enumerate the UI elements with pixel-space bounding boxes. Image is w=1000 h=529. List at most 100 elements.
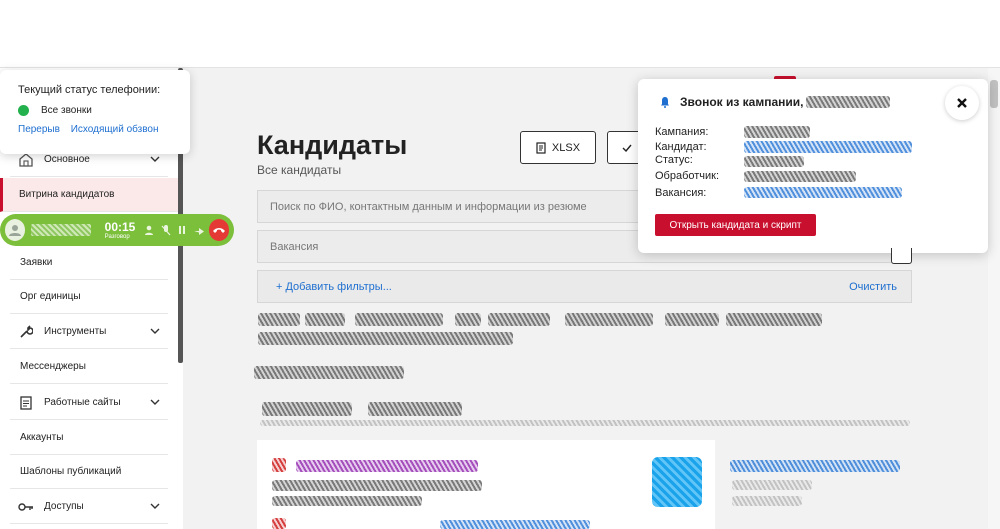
redacted-chip: [455, 313, 481, 326]
redacted-meta: [732, 480, 812, 490]
sidebar-item-messengers[interactable]: Мессенджеры: [10, 350, 168, 384]
export-xlsx-button[interactable]: XLSX: [520, 131, 596, 164]
sidebar-item-label: Мессенджеры: [20, 361, 86, 372]
redacted-chip: [565, 313, 653, 326]
telephony-links: Перерыв Исходящий обзвон: [18, 124, 172, 135]
redacted-status-value: [744, 156, 804, 167]
sidebar-item-label: Шаблоны публикаций: [20, 466, 122, 477]
redacted-candidate-details: [272, 496, 422, 506]
candidate-source-logo: [652, 457, 702, 507]
redacted-chip: [726, 313, 822, 326]
redacted-link: [440, 520, 590, 529]
vacancy-placeholder: Вакансия: [270, 240, 319, 253]
mute-microphone-icon[interactable]: [158, 222, 173, 238]
redacted-chip: [305, 313, 345, 326]
redacted-candidate-details: [272, 480, 482, 491]
notification-header: Звонок из кампании,: [660, 95, 803, 109]
redacted-icon: [272, 458, 286, 472]
redacted-tab: [262, 402, 352, 416]
sidebar-item-label: Инструменты: [44, 326, 107, 337]
field-vacancy-label: Вакансия:: [655, 187, 707, 199]
caller-avatar-icon: [5, 219, 26, 241]
redacted-candidate-link[interactable]: [744, 141, 912, 153]
outbound-call-link[interactable]: Исходящий обзвон: [71, 124, 159, 135]
telephony-status-card: Текущий статус телефонии: Все звонки Пер…: [0, 70, 190, 154]
redacted-heading: [254, 366, 404, 379]
chevron-down-icon: [150, 397, 164, 408]
sidebar-item-label: Аккаунты: [20, 432, 64, 443]
sidebar-item-label: Заявки: [20, 257, 53, 268]
chevron-down-icon: [150, 326, 164, 337]
redacted-tab: [368, 402, 462, 416]
hold-icon[interactable]: [175, 222, 190, 238]
sidebar-item-org-units[interactable]: Орг единицы: [10, 280, 168, 314]
sidebar-item-label: Работные сайты: [44, 397, 121, 408]
sidebar-item-label: Витрина кандидатов: [19, 189, 115, 200]
sidebar-item-accounts[interactable]: Аккаунты: [10, 421, 168, 455]
telephony-status-title: Текущий статус телефонии:: [18, 84, 161, 96]
redacted-vacancy-link: [730, 460, 900, 472]
sidebar-item-job-sites[interactable]: Работные сайты: [10, 386, 168, 420]
sidebar-item-tools[interactable]: Инструменты: [10, 315, 168, 349]
filters-bar: + Добавить фильтры... Очистить: [257, 270, 912, 303]
pause-link[interactable]: Перерыв: [18, 124, 60, 135]
wrench-icon: [18, 324, 34, 340]
field-campaign-label: Кампания:: [655, 126, 709, 138]
redacted-chip: [665, 313, 719, 326]
sidebar-item-requests[interactable]: Заявки: [10, 246, 168, 280]
sidebar-item-label: Орг единицы: [20, 291, 81, 302]
redacted-chip: [258, 313, 300, 326]
close-button[interactable]: [945, 86, 979, 120]
status-dot-icon: [18, 105, 29, 116]
redacted-icon: [272, 518, 286, 529]
active-call-bar: 00:15 Разговор: [0, 214, 234, 246]
call-time: 00:15: [104, 219, 136, 234]
scrollbar-thumb[interactable]: [990, 80, 998, 108]
sidebar-item-candidates-showcase[interactable]: Витрина кандидатов: [0, 178, 178, 212]
page-subtitle: Все кандидаты: [257, 163, 342, 177]
document-icon: [536, 141, 546, 154]
transfer-icon[interactable]: [141, 222, 156, 238]
sidebar-item-label: Доступы: [44, 501, 84, 512]
redacted-chip: [488, 313, 550, 326]
redacted-chip: [355, 313, 443, 326]
search-placeholder: Поиск по ФИО, контактным данным и информ…: [270, 200, 587, 213]
redacted-chip: [258, 332, 513, 345]
redacted-meta: [732, 496, 802, 506]
field-candidate-label: Кандидат:: [655, 141, 707, 153]
clear-filters-link[interactable]: Очистить: [849, 281, 897, 293]
field-status-label: Статус:: [655, 154, 693, 166]
redacted-campaign-name: [806, 96, 890, 108]
telephony-status-line[interactable]: Все звонки: [18, 105, 172, 116]
document-icon: [18, 395, 34, 411]
open-candidate-and-script-button[interactable]: Открыть кандидата и скрипт: [655, 214, 816, 236]
vacancy-dropdown-toggle[interactable]: [891, 248, 912, 264]
redacted-handler-value: [744, 171, 856, 182]
redacted-campaign-value: [744, 126, 810, 138]
sidebar-item-access[interactable]: Доступы: [10, 490, 168, 524]
call-state: Разговор: [104, 233, 130, 240]
hang-up-button[interactable]: [208, 219, 229, 241]
field-handler-label: Обработчик:: [655, 170, 720, 182]
close-icon: [957, 98, 967, 108]
page-title: Кандидаты: [257, 130, 408, 160]
page-scrollbar[interactable]: [988, 68, 1000, 529]
check-icon: [622, 144, 632, 152]
export-xlsx-label: XLSX: [551, 141, 581, 154]
add-filters-link[interactable]: + Добавить фильтры...: [276, 281, 392, 293]
chevron-down-icon: [150, 501, 164, 512]
notification-title: Звонок из кампании,: [680, 95, 804, 109]
forward-call-icon[interactable]: [192, 222, 207, 238]
chevron-down-icon: [150, 154, 164, 165]
telephony-status-value: Все звонки: [41, 105, 92, 116]
sidebar-item-publication-templates[interactable]: Шаблоны публикаций: [10, 455, 168, 489]
bell-icon: [661, 97, 669, 108]
call-timer: 00:15 Разговор: [105, 221, 136, 240]
top-bar: [0, 0, 1000, 68]
redacted-divider: [260, 420, 910, 426]
redacted-vacancy-link[interactable]: [744, 187, 902, 198]
campaign-call-notification: Звонок из кампании, Кампания: Кандидат: …: [638, 79, 988, 253]
key-icon: [18, 499, 34, 515]
caller-name-redacted: [31, 224, 91, 236]
sidebar-item-label: Основное: [44, 154, 90, 165]
